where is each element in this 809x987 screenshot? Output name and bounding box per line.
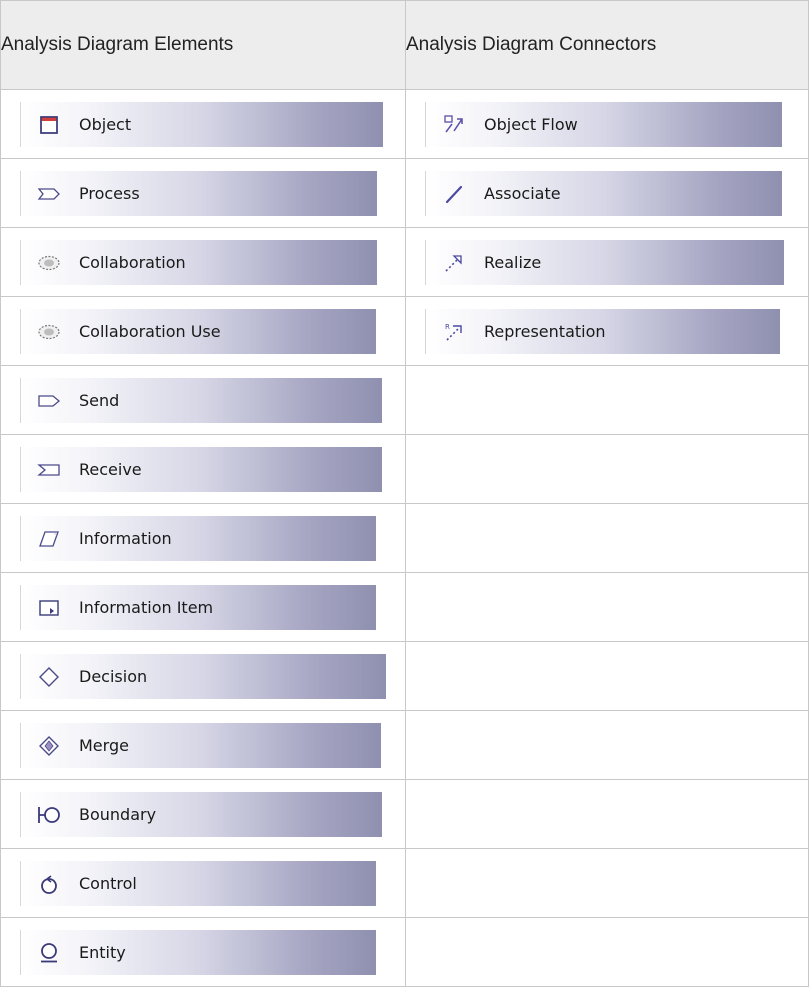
empty-connector-cell xyxy=(405,710,809,780)
empty-connector-cell xyxy=(405,917,809,987)
empty-connector-cell xyxy=(405,572,809,642)
information-item-icon xyxy=(35,594,63,622)
associate-icon xyxy=(440,180,468,208)
realize-icon xyxy=(440,249,468,277)
send-button[interactable]: Send xyxy=(20,378,382,423)
connector-label: Associate xyxy=(484,184,561,203)
empty-connector-cell xyxy=(405,365,809,435)
object-flow-icon xyxy=(440,111,468,139)
element-cell: Merge xyxy=(0,710,406,780)
object-button[interactable]: Object xyxy=(20,102,383,147)
element-label: Merge xyxy=(79,736,129,755)
svg-text:R: R xyxy=(445,323,450,331)
decision-icon xyxy=(35,663,63,691)
element-label: Entity xyxy=(79,943,126,962)
element-cell: Collaboration Use xyxy=(0,296,406,366)
representation-icon: R xyxy=(440,318,468,346)
process-icon xyxy=(35,180,63,208)
empty-connector-cell xyxy=(405,503,809,573)
element-label: Information Item xyxy=(79,598,214,617)
empty-connector-cell xyxy=(405,641,809,711)
elements-column-header: Analysis Diagram Elements xyxy=(0,0,406,90)
connector-cell: Object Flow xyxy=(405,89,809,159)
realize-button[interactable]: Realize xyxy=(425,240,784,285)
element-cell: Object xyxy=(0,89,406,159)
element-cell: Receive xyxy=(0,434,406,504)
connector-label: Representation xyxy=(484,322,606,341)
collaboration-use-button[interactable]: Collaboration Use xyxy=(20,309,376,354)
control-button[interactable]: Control xyxy=(20,861,376,906)
entity-icon xyxy=(35,939,63,967)
send-icon xyxy=(35,387,63,415)
element-cell: Decision xyxy=(0,641,406,711)
element-label: Send xyxy=(79,391,120,410)
receive-icon xyxy=(35,456,63,484)
element-label: Process xyxy=(79,184,140,203)
element-label: Object xyxy=(79,115,132,134)
element-cell: Boundary xyxy=(0,779,406,849)
element-label: Collaboration Use xyxy=(79,322,221,341)
empty-connector-cell xyxy=(405,848,809,918)
element-cell: Process xyxy=(0,158,406,228)
element-cell: Entity xyxy=(0,917,406,987)
element-cell: Information xyxy=(0,503,406,573)
element-cell: Information Item xyxy=(0,572,406,642)
analysis-toolbox-table: Analysis Diagram Elements Analysis Diagr… xyxy=(0,0,809,987)
information-item-button[interactable]: Information Item xyxy=(20,585,376,630)
collaboration-button[interactable]: Collaboration xyxy=(20,240,377,285)
object-flow-button[interactable]: Object Flow xyxy=(425,102,782,147)
element-label: Receive xyxy=(79,460,142,479)
element-label: Control xyxy=(79,874,137,893)
decision-button[interactable]: Decision xyxy=(20,654,386,699)
boundary-button[interactable]: Boundary xyxy=(20,792,382,837)
object-icon xyxy=(35,111,63,139)
collaboration-icon xyxy=(35,249,63,277)
empty-connector-cell xyxy=(405,779,809,849)
element-label: Collaboration xyxy=(79,253,186,272)
connector-cell: Associate xyxy=(405,158,809,228)
information-button[interactable]: Information xyxy=(20,516,376,561)
element-cell: Control xyxy=(0,848,406,918)
element-cell: Send xyxy=(0,365,406,435)
process-button[interactable]: Process xyxy=(20,171,377,216)
associate-button[interactable]: Associate xyxy=(425,171,782,216)
empty-connector-cell xyxy=(405,434,809,504)
collaboration-use-icon xyxy=(35,318,63,346)
entity-button[interactable]: Entity xyxy=(20,930,376,975)
connector-label: Realize xyxy=(484,253,542,272)
boundary-icon xyxy=(35,801,63,829)
connector-label: Object Flow xyxy=(484,115,578,134)
receive-button[interactable]: Receive xyxy=(20,447,382,492)
element-label: Decision xyxy=(79,667,148,686)
element-label: Boundary xyxy=(79,805,157,824)
merge-button[interactable]: Merge xyxy=(20,723,381,768)
element-cell: Collaboration xyxy=(0,227,406,297)
connector-cell: R Representation xyxy=(405,296,809,366)
connector-cell: Realize xyxy=(405,227,809,297)
control-icon xyxy=(35,870,63,898)
connectors-column-header: Analysis Diagram Connectors xyxy=(405,0,809,90)
representation-button[interactable]: R Representation xyxy=(425,309,780,354)
element-label: Information xyxy=(79,529,172,548)
information-icon xyxy=(35,525,63,553)
merge-icon xyxy=(35,732,63,760)
